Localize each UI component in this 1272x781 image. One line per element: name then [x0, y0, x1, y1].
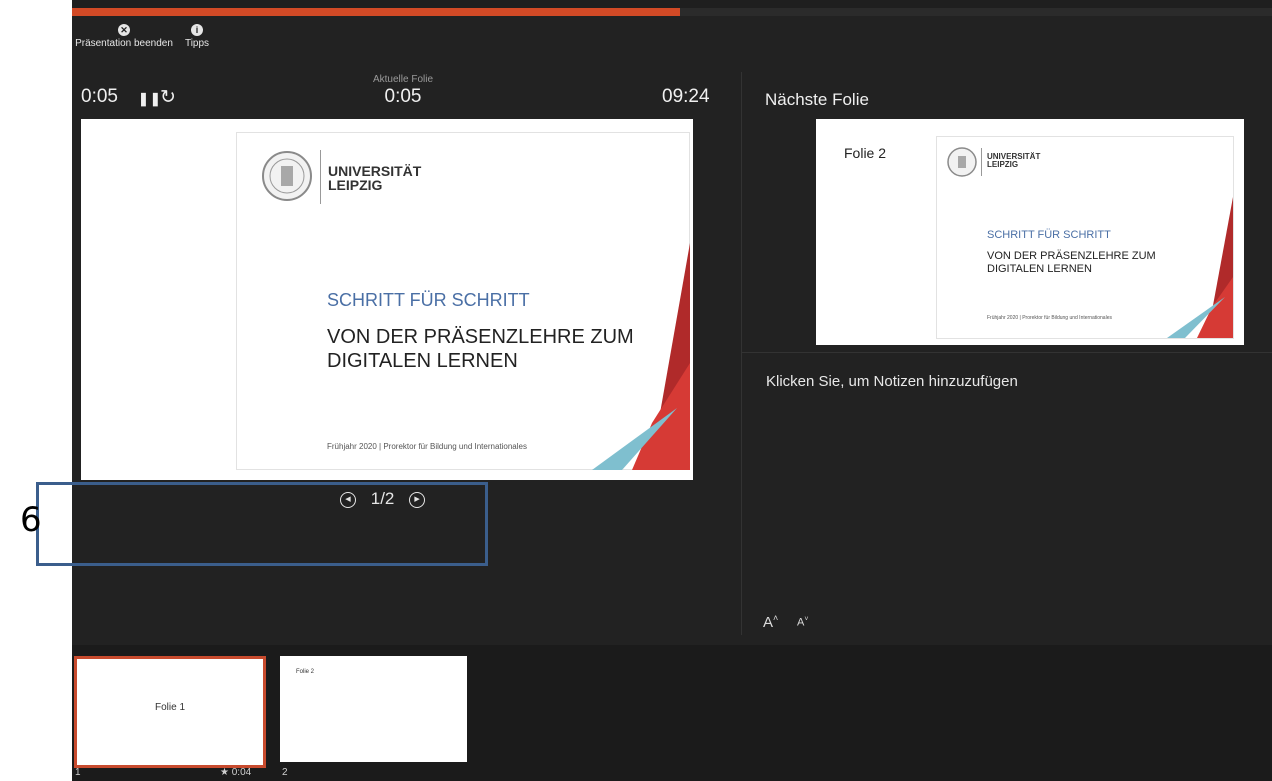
current-slide-label: Aktuelle Folie	[372, 74, 434, 85]
current-slide-time: 0:05	[384, 86, 422, 107]
slide-canvas: UNIVERSITÄT LEIPZIG SCHRITT FÜR SCHRITT …	[236, 132, 690, 470]
university-seal-icon	[947, 147, 977, 177]
university-line1: UNIVERSITÄT	[328, 163, 422, 179]
next-decorative-triangles	[1167, 197, 1233, 338]
progress-fill	[72, 8, 681, 16]
current-slide: UNIVERSITÄT LEIPZIG SCHRITT FÜR SCHRITT …	[81, 119, 693, 480]
next-university-name: UNIVERSITÄT LEIPZIG	[987, 153, 1040, 169]
next-title-line2: DIGITALEN LERNEN	[987, 263, 1092, 276]
decrease-font-button[interactable]: A˅	[797, 616, 808, 629]
tips-label: Tipps	[184, 38, 210, 49]
notes-divider	[742, 352, 1272, 353]
callout-box	[36, 482, 488, 566]
notes-placeholder[interactable]: Klicken Sie, um Notizen hinzuzufügen	[766, 373, 1018, 390]
next-slide-subtitle: SCHRITT FÜR SCHRITT	[987, 229, 1111, 241]
logo-divider	[981, 148, 982, 176]
next-slide-title: Folie 2	[844, 145, 887, 161]
university-seal-icon	[262, 151, 312, 201]
progress-bar	[72, 0, 1272, 16]
close-icon: ✕	[118, 24, 130, 36]
elapsed-timer: 0:05	[81, 86, 118, 108]
slide-footer: Frühjahr 2020 | Prorektor für Bildung un…	[327, 442, 527, 451]
end-show-label: Präsentation beenden	[75, 38, 173, 49]
tips-button[interactable]: i Tipps	[180, 24, 214, 49]
increase-font-button[interactable]: A˄	[763, 613, 778, 631]
next-slide-preview[interactable]: Folie 2 UNIVERSITÄT LEIPZIG SCHRITT FÜR …	[816, 119, 1244, 345]
callout-number: 6	[20, 500, 42, 540]
logo-divider	[320, 150, 321, 204]
decorative-triangles	[592, 243, 690, 470]
progress-track	[72, 0, 1272, 8]
thumbnail-slide-1[interactable]: Folie 1	[74, 656, 266, 768]
clock: 09:24	[662, 86, 710, 107]
slide-thumbnail-strip: Folie 1 1 ★ 0:04 Folie 2 2	[72, 645, 1272, 781]
slide-title-line2: DIGITALEN LERNEN	[327, 350, 518, 372]
thumbnail-slide-2[interactable]: Folie 2	[280, 656, 467, 762]
thumbnail-timing: ★ 0:04	[220, 767, 252, 778]
slide-title: VON DER PRÄSENZLEHRE ZUM DIGITALEN LERNE…	[327, 325, 634, 373]
next-slide-main-title: VON DER PRÄSENZLEHRE ZUM DIGITALEN LERNE…	[987, 250, 1156, 276]
pause-icon[interactable]: ❚❚	[138, 91, 162, 107]
thumbnail-label: Folie 2	[296, 669, 315, 675]
slide-title-line1: VON DER PRÄSENZLEHRE ZUM	[327, 326, 634, 348]
next-title-line1: VON DER PRÄSENZLEHRE ZUM	[987, 250, 1156, 262]
next-slide-heading: Nächste Folie	[765, 90, 869, 109]
increase-font-label: A	[763, 614, 774, 631]
caret-down-icon: ˅	[804, 616, 809, 623]
university-line2: LEIPZIG	[328, 177, 383, 193]
info-icon: i	[191, 24, 203, 36]
university-name: UNIVERSITÄT LEIPZIG	[328, 164, 421, 192]
restart-icon[interactable]: ↻	[160, 86, 176, 109]
thumbnail-label: Folie 1	[154, 702, 185, 713]
next-university-line2: LEIPZIG	[987, 160, 1019, 169]
next-slide-canvas: UNIVERSITÄT LEIPZIG SCHRITT FÜR SCHRITT …	[936, 136, 1234, 339]
thumbnail-number: 1	[75, 767, 81, 778]
pane-divider	[741, 72, 742, 635]
thumbnail-number: 2	[282, 767, 288, 778]
next-slide-footer: Frühjahr 2020 | Prorektor für Bildung un…	[987, 315, 1112, 321]
elapsed-time: 0:05	[81, 86, 118, 107]
end-show-button[interactable]: ✕ Präsentation beenden	[74, 24, 174, 49]
presenter-view: ✕ Präsentation beenden i Tipps 0:05 ❚❚ ↻…	[72, 0, 1272, 781]
slide-subtitle: SCHRITT FÜR SCHRITT	[327, 290, 530, 310]
caret-up-icon: ˄	[773, 613, 779, 623]
